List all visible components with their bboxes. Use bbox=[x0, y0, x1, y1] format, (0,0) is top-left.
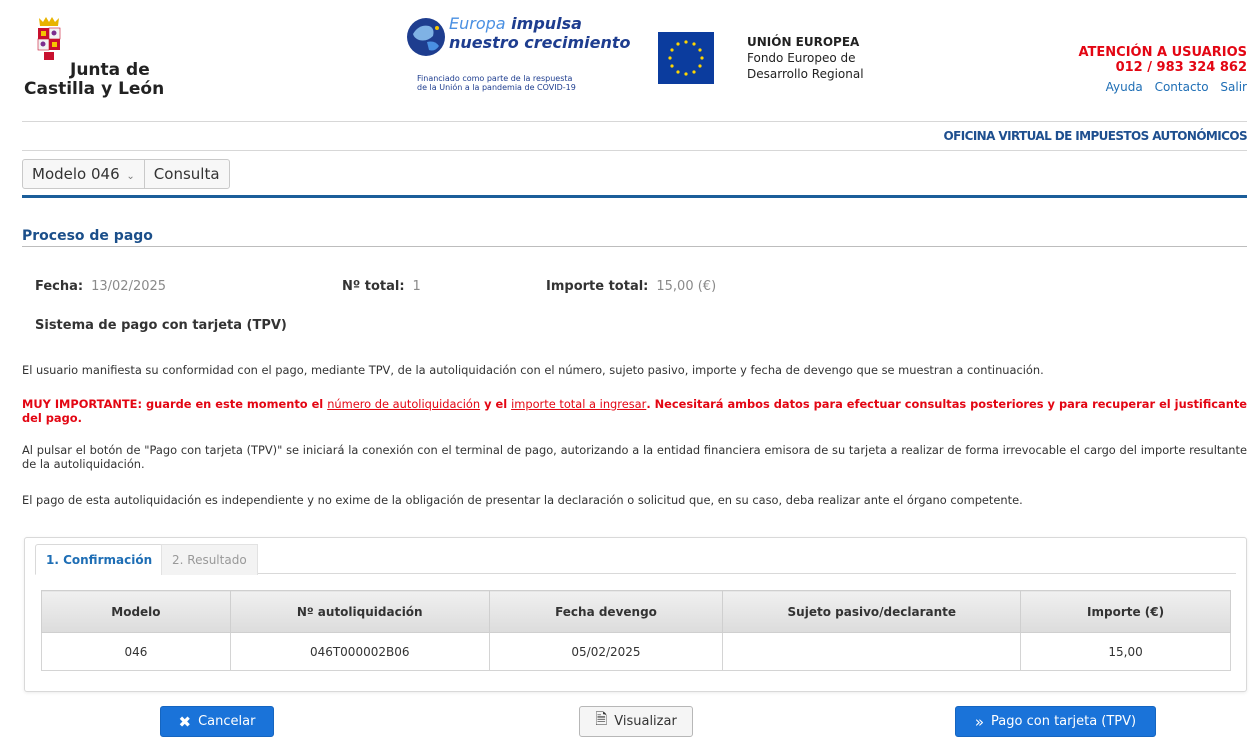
total-label: Nº total: bbox=[342, 279, 405, 294]
table-row: 046 046T000002B06 05/02/2025 15,00 bbox=[41, 632, 1231, 671]
cell-importe: 15,00 bbox=[1020, 632, 1231, 671]
eu-line3: Desarrollo Regional bbox=[747, 67, 864, 81]
section-title: Proceso de pago bbox=[22, 228, 153, 244]
coat-of-arms-icon bbox=[37, 17, 61, 60]
col-header-importe: Importe (€) bbox=[1020, 590, 1231, 633]
total-value: 1 bbox=[412, 279, 421, 294]
help-link[interactable]: Ayuda bbox=[1106, 80, 1143, 94]
view-button-label: Visualizar bbox=[614, 714, 677, 729]
tab-resultado[interactable]: 2. Resultado bbox=[161, 544, 258, 575]
pay-card-button-label: Pago con tarjeta (TPV) bbox=[991, 714, 1137, 729]
important-paragraph: MUY IMPORTANTE: guarde en este momento e… bbox=[22, 397, 1247, 425]
conformity-paragraph: El usuario manifiesta su conformidad con… bbox=[22, 363, 1044, 377]
eu-text: UNIÓN EUROPEA Fondo Europeo de Desarroll… bbox=[747, 34, 864, 82]
tpv-info-paragraph: Al pulsar el botón de "Pago con tarjeta … bbox=[22, 443, 1247, 471]
menu-modelo-label: Modelo 046 bbox=[32, 165, 120, 183]
cell-modelo: 046 bbox=[41, 632, 231, 671]
europe-globe-icon bbox=[407, 18, 445, 56]
support-phone: 012 / 983 324 862 bbox=[1115, 60, 1247, 75]
eu-flag-icon bbox=[658, 32, 714, 84]
importe-label: Importe total: bbox=[546, 279, 649, 294]
important-text-a: MUY IMPORTANTE: guarde en este momento e… bbox=[22, 397, 328, 411]
col-header-modelo: Modelo bbox=[41, 590, 231, 633]
cell-autoliquidacion: 046T000002B06 bbox=[229, 632, 490, 671]
europa-funded-text: Financiado como parte de la respuesta de… bbox=[417, 74, 576, 92]
contact-link[interactable]: Contacto bbox=[1155, 80, 1209, 94]
document-icon: 🗎 bbox=[595, 710, 608, 728]
eu-title: UNIÓN EUROPEA bbox=[747, 35, 860, 49]
jcyl-logo-line2: Castilla y León bbox=[24, 79, 165, 99]
office-divider bbox=[22, 150, 1247, 151]
importe-value: 15,00 (€) bbox=[656, 279, 717, 294]
pay-card-button[interactable]: » Pago con tarjeta (TPV) bbox=[955, 706, 1156, 737]
cell-sujeto-pasivo bbox=[722, 632, 1022, 671]
close-icon: ✖ bbox=[178, 712, 192, 731]
europa-word: Europa bbox=[449, 14, 506, 33]
table-header-row: Modelo Nº autoliquidación Fecha devengo … bbox=[41, 590, 1231, 633]
europa-impulsa-logo: Europa impulsa nuestro crecimiento Finan… bbox=[405, 14, 631, 104]
col-header-fecha-devengo: Fecha devengo bbox=[488, 590, 724, 633]
header-divider bbox=[22, 121, 1247, 122]
fecha-label: Fecha: bbox=[35, 279, 84, 294]
europa-line1: Europa impulsa bbox=[449, 14, 582, 33]
funded-line2: de la Unión a la pandemia de COVID-19 bbox=[417, 83, 576, 92]
chevron-down-icon: ⌄ bbox=[126, 171, 135, 182]
office-title: OFICINA VIRTUAL DE IMPUESTOS AUTONÓMICOS bbox=[943, 129, 1248, 143]
confirmation-panel: 1. Confirmación 2. Resultado Modelo Nº a… bbox=[24, 537, 1247, 692]
logout-link[interactable]: Salir bbox=[1220, 80, 1247, 94]
cancel-button[interactable]: ✖ Cancelar bbox=[160, 706, 274, 737]
jcyl-logo: Junta de Castilla y León bbox=[22, 16, 165, 106]
double-chevron-right-icon: » bbox=[974, 712, 985, 731]
col-header-sujeto-pasivo: Sujeto pasivo/declarante bbox=[722, 590, 1022, 633]
step-tabs: 1. Confirmación 2. Resultado bbox=[35, 544, 1236, 575]
main-menu: Modelo 046 ⌄ Consulta bbox=[22, 159, 230, 189]
funded-line1: Financiado como parte de la respuesta bbox=[417, 74, 573, 83]
important-underline-2: importe total a ingresar bbox=[511, 397, 647, 411]
menu-consulta[interactable]: Consulta bbox=[143, 160, 229, 188]
view-button[interactable]: 🗎 Visualizar bbox=[579, 706, 693, 737]
col-header-autoliquidacion: Nº autoliquidación bbox=[229, 590, 490, 633]
europa-line2: nuestro crecimiento bbox=[449, 33, 631, 52]
fecha-info: Fecha: 13/02/2025 bbox=[35, 279, 166, 294]
cancel-button-label: Cancelar bbox=[198, 714, 256, 729]
cell-fecha-devengo: 05/02/2025 bbox=[488, 632, 724, 671]
total-info: Nº total: 1 bbox=[342, 279, 421, 294]
menu-modelo-dropdown[interactable]: Modelo 046 ⌄ bbox=[23, 160, 144, 188]
fecha-value: 13/02/2025 bbox=[91, 279, 167, 294]
header-links: Ayuda Contacto Salir bbox=[1079, 80, 1247, 94]
autoliquidacion-table: Modelo Nº autoliquidación Fecha devengo … bbox=[41, 590, 1231, 671]
section-divider bbox=[22, 246, 1247, 247]
important-text-b: y el bbox=[480, 397, 512, 411]
eu-line2: Fondo Europeo de bbox=[747, 51, 856, 65]
important-underline-1: número de autoliquidación bbox=[327, 397, 481, 411]
menu-underline bbox=[22, 195, 1247, 198]
independent-paragraph: El pago de esta autoliquidación es indep… bbox=[22, 493, 1023, 507]
support-title: ATENCIÓN A USUARIOS bbox=[1078, 45, 1248, 60]
tpv-title: Sistema de pago con tarjeta (TPV) bbox=[35, 318, 287, 333]
user-support-block: ATENCIÓN A USUARIOS 012 / 983 324 862 Ay… bbox=[1079, 45, 1248, 94]
impulsa-word: impulsa bbox=[511, 14, 582, 33]
tab-confirmacion[interactable]: 1. Confirmación bbox=[35, 544, 164, 575]
importe-info: Importe total: 15,00 (€) bbox=[546, 279, 716, 294]
jcyl-logo-line1: Junta de bbox=[70, 60, 150, 80]
